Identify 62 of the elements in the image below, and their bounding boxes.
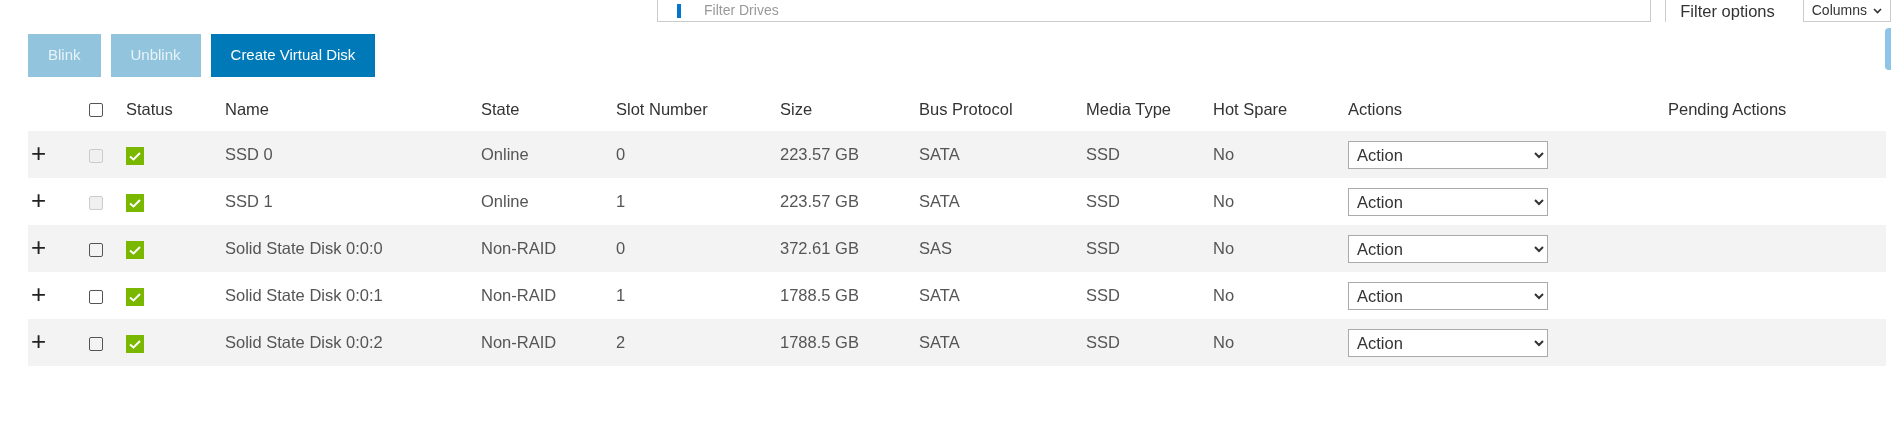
filter-icon xyxy=(677,4,681,18)
table-cell: Non-RAID xyxy=(481,333,557,352)
action-dropdown[interactable]: Action xyxy=(1348,281,1548,310)
column-header: Size xyxy=(780,99,813,118)
action-button[interactable]: Create Virtual Disk xyxy=(210,34,376,77)
table-cell: Online xyxy=(481,192,529,211)
table-cell: 2 xyxy=(616,333,626,352)
column-header: Bus Protocol xyxy=(919,99,1013,118)
column-header: Actions xyxy=(1348,99,1403,118)
action-dropdown[interactable]: Action xyxy=(1348,328,1548,357)
expand-button[interactable]: + xyxy=(31,326,47,357)
column-header: State xyxy=(481,99,520,118)
table-cell: SSD xyxy=(1086,286,1120,305)
column-header: Status xyxy=(126,99,173,118)
table-cell: 1788.5 GB xyxy=(780,286,859,305)
side-handle[interactable] xyxy=(1885,28,1891,70)
table-cell: 372.61 GB xyxy=(780,239,859,258)
table-cell: SSD 1 xyxy=(225,192,273,211)
table-cell: No xyxy=(1213,286,1235,305)
column-header: Media Type xyxy=(1086,99,1171,118)
table-cell: SSD xyxy=(1086,192,1120,211)
table-cell: SATA xyxy=(919,145,960,164)
table-cell: Non-RAID xyxy=(481,239,557,258)
column-header: Slot Number xyxy=(616,99,708,118)
table-cell: Non-RAID xyxy=(481,286,557,305)
table-cell: Online xyxy=(481,145,529,164)
table-cell: SSD xyxy=(1086,145,1120,164)
table-cell: SATA xyxy=(919,333,960,352)
table-cell: 0 xyxy=(616,145,626,164)
filter-field[interactable]: Filter Drives xyxy=(657,0,1652,22)
caret-icon xyxy=(1873,7,1882,14)
expand-button[interactable]: + xyxy=(31,279,47,310)
table-cell: No xyxy=(1213,145,1235,164)
table-cell: 1 xyxy=(616,286,626,305)
table-cell: 1 xyxy=(616,192,626,211)
checkbox[interactable] xyxy=(89,336,103,351)
table-cell: Solid State Disk 0:0:0 xyxy=(225,239,383,258)
column-header: Name xyxy=(225,99,269,118)
checkbox[interactable] xyxy=(89,289,103,304)
table-cell: 223.57 GB xyxy=(780,192,859,211)
table-cell: Solid State Disk 0:0:2 xyxy=(225,333,383,352)
table-cell: SATA xyxy=(919,192,960,211)
table-cell: No xyxy=(1213,192,1235,211)
table-cell: SSD 0 xyxy=(225,145,273,164)
table-cell: 223.57 GB xyxy=(780,145,859,164)
table-cell: SSD xyxy=(1086,333,1120,352)
table-cell: SSD xyxy=(1086,239,1120,258)
table-cell: Solid State Disk 0:0:1 xyxy=(225,286,383,305)
expand-button[interactable]: + xyxy=(31,232,47,263)
column-header: Hot Spare xyxy=(1213,99,1288,118)
checkbox[interactable] xyxy=(89,242,103,257)
table-cell: 1788.5 GB xyxy=(780,333,859,352)
action-dropdown[interactable]: Action xyxy=(1348,234,1548,263)
table-cell: No xyxy=(1213,333,1235,352)
table-cell: 0 xyxy=(616,239,626,258)
table-cell: SATA xyxy=(919,286,960,305)
columns-dropdown[interactable]: Columns xyxy=(1802,0,1891,22)
filter-options-button[interactable]: Filter options xyxy=(1665,0,1789,22)
column-header: Pending Actions xyxy=(1668,99,1787,118)
table-cell: No xyxy=(1213,239,1235,258)
checkbox[interactable] xyxy=(89,103,103,118)
table-cell: SAS xyxy=(919,239,953,258)
